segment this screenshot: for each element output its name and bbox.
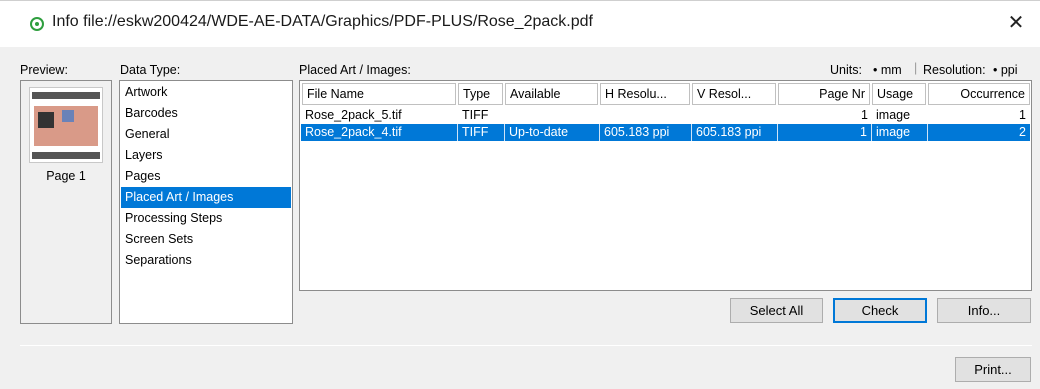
print-button[interactable]: Print... (955, 357, 1031, 382)
column-header-page-nr[interactable]: Page Nr (778, 83, 870, 105)
data-type-label: Data Type: (120, 63, 181, 77)
cell-type: TIFF (458, 124, 505, 141)
check-button[interactable]: Check (833, 298, 927, 323)
data-type-item-pages[interactable]: Pages (121, 166, 291, 187)
units-label: Units: (830, 63, 862, 77)
title-bar: Info file://eskw200424/WDE-AE-DATA/Graph… (0, 1, 1040, 47)
preview-panel: Page 1 (20, 80, 112, 324)
data-type-item-processing-steps[interactable]: Processing Steps (121, 208, 291, 229)
placed-art-table: File Name Type Available H Resolu... V R… (299, 80, 1032, 291)
cell-page-nr: 1 (861, 108, 868, 122)
cell-page-nr: 1 (778, 124, 872, 141)
column-header-usage[interactable]: Usage (872, 83, 926, 105)
thumbnail-top-bar (32, 92, 100, 99)
status-ok-icon (30, 17, 44, 31)
page-thumbnail[interactable] (29, 87, 103, 163)
column-header-occurrence[interactable]: Occurrence (928, 83, 1030, 105)
data-type-item-artwork[interactable]: Artwork (121, 82, 291, 103)
column-header-type[interactable]: Type (458, 83, 503, 105)
units-separator: | (914, 61, 918, 75)
info-button[interactable]: Info... (937, 298, 1031, 323)
cell-occurrence: 2 (1019, 125, 1026, 139)
column-header-available[interactable]: Available (505, 83, 598, 105)
thumbnail-bottom-bar (32, 152, 100, 159)
thumbnail-artwork (34, 106, 98, 146)
data-type-list[interactable]: Artwork Barcodes General Layers Pages Pl… (119, 80, 293, 324)
units-dropdown[interactable]: • mm (873, 63, 902, 77)
cell-h-resolution (600, 107, 692, 124)
info-dialog: Info file://eskw200424/WDE-AE-DATA/Graph… (0, 0, 1040, 389)
select-all-button[interactable]: Select All (730, 298, 823, 323)
page-label: Page 1 (46, 169, 86, 183)
column-header-h-resolution[interactable]: H Resolu... (600, 83, 690, 105)
resolution-dropdown[interactable]: • ppi (993, 63, 1018, 77)
cell-v-resolution: 605.183 ppi (692, 124, 778, 141)
cell-available: Up-to-date (505, 124, 600, 141)
cell-usage: image (872, 124, 928, 141)
resolution-label: Resolution: (923, 63, 986, 77)
placed-art-label: Placed Art / Images: (299, 63, 411, 77)
preview-label: Preview: (20, 63, 68, 77)
column-header-v-resolution[interactable]: V Resol... (692, 83, 776, 105)
column-header-file-name[interactable]: File Name (302, 83, 456, 105)
cell-available (505, 107, 600, 124)
close-button[interactable]: ✕ (1005, 13, 1027, 35)
window-title: Info file://eskw200424/WDE-AE-DATA/Graph… (52, 13, 593, 30)
table-row-selected[interactable]: Rose_2pack_4.tif TIFF Up-to-date 605.183… (301, 124, 1030, 141)
data-type-item-general[interactable]: General (121, 124, 291, 145)
data-type-item-layers[interactable]: Layers (121, 145, 291, 166)
table-row[interactable]: Rose_2pack_5.tif TIFF 1 image 1 (301, 107, 1030, 124)
cell-occurrence: 1 (1019, 108, 1026, 122)
divider (20, 345, 1032, 346)
cell-file-name: Rose_2pack_4.tif (301, 124, 458, 141)
data-type-item-placed-art[interactable]: Placed Art / Images (121, 187, 291, 208)
cell-file-name: Rose_2pack_5.tif (305, 108, 402, 122)
data-type-item-barcodes[interactable]: Barcodes (121, 103, 291, 124)
cell-h-resolution: 605.183 ppi (600, 124, 692, 141)
data-type-item-separations[interactable]: Separations (121, 250, 291, 271)
data-type-item-screen-sets[interactable]: Screen Sets (121, 229, 291, 250)
cell-v-resolution (692, 107, 778, 124)
cell-usage: image (876, 108, 911, 122)
cell-type: TIFF (462, 108, 489, 122)
